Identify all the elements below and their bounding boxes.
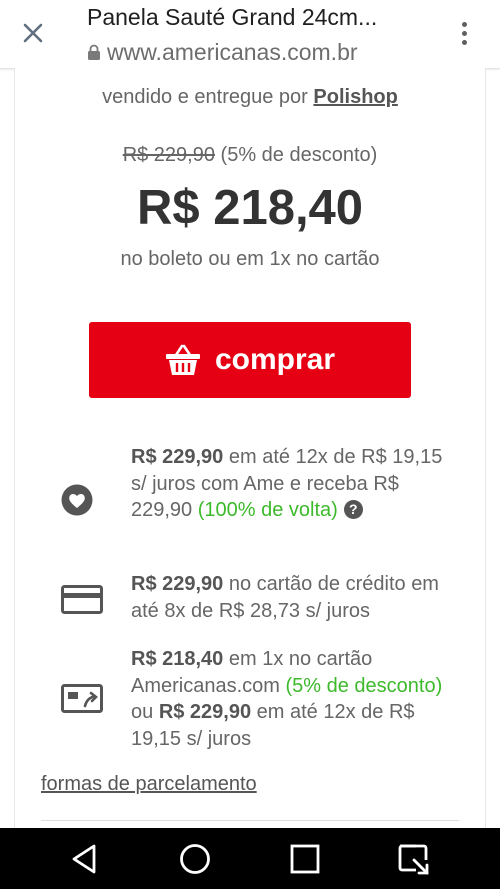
system-nav-bar bbox=[0, 828, 500, 889]
store-card-amount-2: R$ 229,90 bbox=[158, 701, 252, 723]
nav-screenshot-button[interactable] bbox=[396, 842, 430, 876]
ame-amount: R$ 229,90 bbox=[131, 446, 224, 468]
price-note: no boleto ou em 1x no cartão bbox=[120, 248, 380, 270]
help-icon[interactable]: ? bbox=[343, 500, 363, 519]
ame-heart-icon bbox=[61, 484, 93, 516]
store-card-icon bbox=[61, 684, 103, 713]
page-title: Panela Sauté Grand 24cm... bbox=[87, 4, 378, 30]
seller-prefix: vendido e entregue por bbox=[102, 86, 308, 108]
screenshot-icon bbox=[398, 844, 429, 875]
product-buy-box: vendido e entregue por Polishop R$ 229,9… bbox=[14, 68, 486, 828]
seller-info: vendido e entregue por Polishop bbox=[15, 86, 485, 109]
recents-icon bbox=[290, 844, 320, 874]
close-icon bbox=[23, 23, 43, 43]
nav-recents-button[interactable] bbox=[288, 842, 322, 876]
more-options-button[interactable] bbox=[450, 16, 478, 50]
credit-amount: R$ 229,90 bbox=[131, 573, 224, 595]
back-icon bbox=[72, 844, 96, 874]
ame-cashback: (100% de volta) bbox=[197, 499, 338, 521]
nav-home-button[interactable] bbox=[178, 842, 212, 876]
basket-icon bbox=[165, 344, 200, 375]
payment-text-store-card: R$ 218,40 em 1x no cartão Americanas.com… bbox=[131, 646, 461, 752]
url-bar[interactable]: www.americanas.com.br bbox=[87, 39, 358, 66]
payment-text-credit: R$ 229,90 no cartão de crédito em até 8x… bbox=[131, 571, 461, 624]
credit-card-icon bbox=[61, 585, 103, 614]
browser-toolbar: Panela Sauté Grand 24cm... www.americana… bbox=[0, 0, 500, 69]
menu-dot bbox=[461, 39, 467, 45]
store-card-discount: (5% de desconto) bbox=[285, 674, 443, 697]
home-icon bbox=[180, 844, 210, 874]
store-card-or: ou bbox=[131, 701, 159, 723]
installments-link[interactable]: formas de parcelamento bbox=[41, 773, 257, 796]
discount-note: (5% de desconto) bbox=[220, 144, 378, 166]
lock-icon bbox=[88, 44, 100, 60]
old-price-row: R$ 229,90 (5% de desconto) bbox=[15, 144, 485, 167]
payment-text-ame: R$ 229,90 em até 12x de R$ 19,15 s/ juro… bbox=[131, 444, 461, 524]
url-text: www.americanas.com.br bbox=[107, 39, 358, 65]
seller-link[interactable]: Polishop bbox=[313, 86, 397, 108]
buy-button[interactable]: comprar bbox=[89, 322, 411, 398]
nav-back-button[interactable] bbox=[68, 842, 102, 876]
buy-button-label: comprar bbox=[214, 343, 336, 376]
more-vert-icon bbox=[461, 21, 467, 27]
menu-dot bbox=[461, 30, 467, 36]
store-card-amount: R$ 218,40 bbox=[131, 648, 224, 670]
sale-price: R$ 218,40 bbox=[136, 181, 364, 235]
old-price: R$ 229,90 bbox=[122, 144, 215, 166]
divider bbox=[41, 820, 459, 821]
close-tab-button[interactable] bbox=[18, 18, 48, 48]
